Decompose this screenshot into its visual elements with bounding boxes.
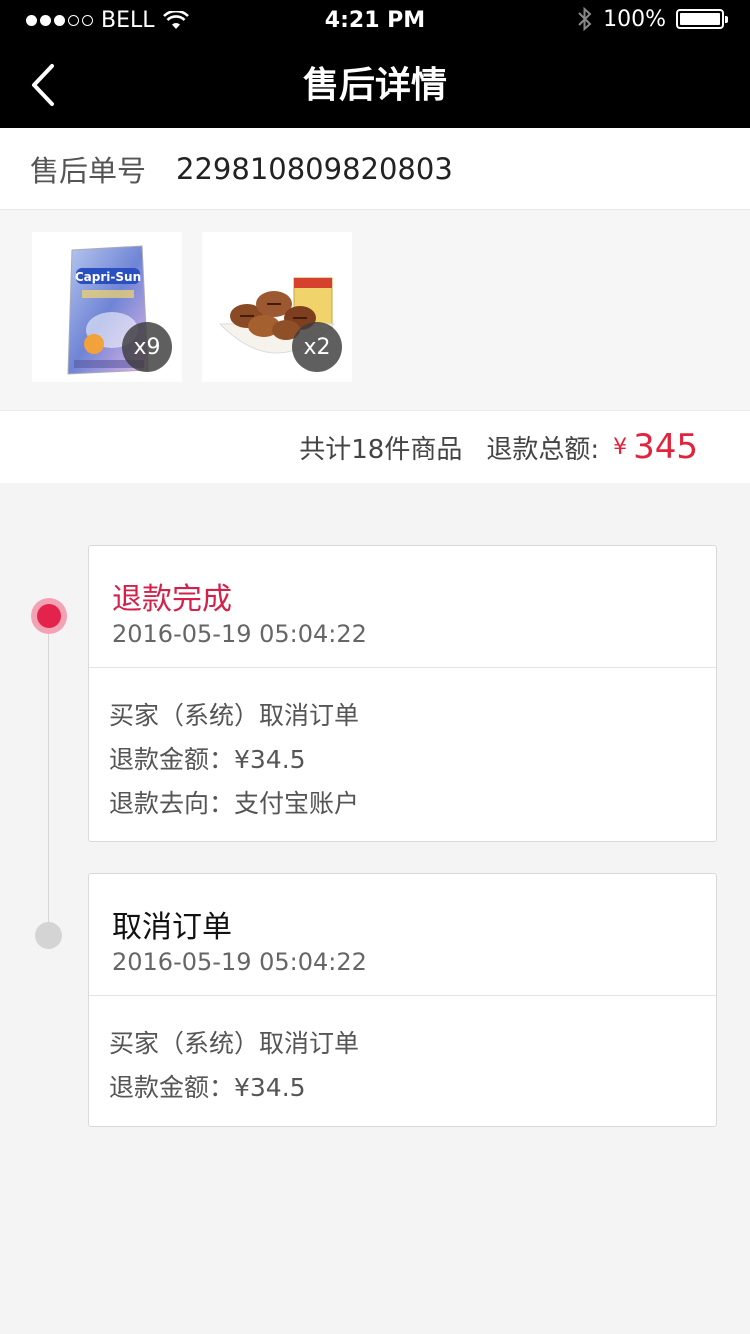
battery-icon xyxy=(676,9,728,29)
refund-total-label: 退款总额: xyxy=(486,434,600,465)
timeline-node-active xyxy=(31,598,67,634)
order-number-label: 售后单号 xyxy=(30,153,147,188)
battery-fill xyxy=(680,13,720,25)
timeline-line xyxy=(48,616,49,936)
page-title: 售后详情 xyxy=(302,65,447,106)
card-details: 买家（系统）取消订单 退款金额：¥34.5 xyxy=(89,996,716,1110)
detail-line: 退款去向：支付宝账户 xyxy=(109,789,360,818)
top-header: BELL 4:21 PM 100% 售后详情 xyxy=(0,0,750,128)
card-header: 退款完成 2016-05-19 05:04:22 xyxy=(89,546,716,668)
card-details: 买家（系统）取消订单 退款金额：¥34.5 退款去向：支付宝账户 xyxy=(89,668,716,826)
currency-symbol: ¥ xyxy=(613,434,628,460)
battery-percent: 100% xyxy=(603,6,666,32)
timeline-node-inactive xyxy=(35,922,62,949)
card-timestamp: 2016-05-19 05:04:22 xyxy=(112,948,367,976)
detail-line: 退款金额：¥34.5 xyxy=(109,1073,306,1102)
product-thumbnails: Capri-Sun x9 x2 xyxy=(0,211,750,411)
detail-line: 买家（系统）取消订单 xyxy=(109,1029,360,1058)
detail-line: 买家（系统）取消订单 xyxy=(109,701,360,730)
bluetooth-icon xyxy=(578,6,592,32)
order-number-value: 229810809820803 xyxy=(176,151,453,186)
card-status-title: 取消订单 xyxy=(112,910,232,945)
card-timestamp: 2016-05-19 05:04:22 xyxy=(112,620,367,648)
timeline-card-refund-complete: 退款完成 2016-05-19 05:04:22 买家（系统）取消订单 退款金额… xyxy=(88,545,717,842)
refund-total-amount: 345 xyxy=(633,427,698,467)
timeline-card-cancel-order: 取消订单 2016-05-19 05:04:22 买家（系统）取消订单 退款金额… xyxy=(88,873,717,1127)
detail-line: 退款金额：¥34.5 xyxy=(109,745,306,774)
after-sale-order-row: 售后单号 229810809820803 xyxy=(0,128,750,210)
refund-summary: 共计18件商品 退款总额: ¥ 345 xyxy=(0,411,750,483)
product-thumb-capri-sun[interactable]: Capri-Sun x9 xyxy=(32,232,182,382)
status-bar: BELL 4:21 PM 100% xyxy=(0,0,750,40)
status-right: 100% xyxy=(577,6,728,32)
item-count: 共计18件商品 xyxy=(299,434,463,465)
quantity-badge: x2 xyxy=(292,322,342,372)
card-status-title: 退款完成 xyxy=(112,582,232,617)
quantity-badge: x9 xyxy=(122,322,172,372)
card-header: 取消订单 2016-05-19 05:04:22 xyxy=(89,874,716,996)
product-thumb-pecans[interactable]: x2 xyxy=(202,232,352,382)
svg-text:Capri-Sun: Capri-Sun xyxy=(75,270,141,284)
